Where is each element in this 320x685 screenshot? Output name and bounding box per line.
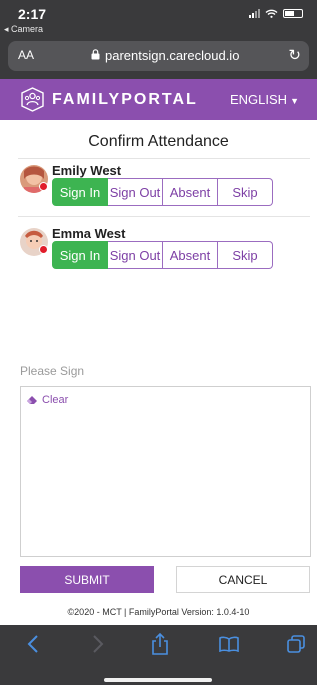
- sign-in-button[interactable]: Sign In: [52, 241, 108, 269]
- browser-top-chrome: 2:17 ◂ Camera AA parentsign.carecloud.io…: [0, 0, 317, 79]
- signature-label: Please Sign: [20, 364, 85, 378]
- language-selector[interactable]: ENGLISH ▼: [230, 92, 299, 107]
- child-name: Emily West: [52, 163, 122, 178]
- row-divider: [18, 216, 310, 217]
- status-time: 2:17: [18, 6, 47, 22]
- app-header: FAMILYPORTAL ENGLISH ▼: [0, 79, 317, 120]
- back-to-camera-link[interactable]: ◂ Camera: [4, 24, 43, 35]
- familyportal-logo-icon: [21, 87, 44, 112]
- status-dot: [39, 182, 48, 191]
- back-icon[interactable]: [22, 633, 44, 655]
- bookmarks-icon[interactable]: [218, 633, 240, 655]
- battery-icon: [283, 9, 303, 18]
- browser-toolbar: [0, 625, 317, 685]
- footer-text: ©2020 - MCT | FamilyPortal Version: 1.0.…: [67, 607, 250, 617]
- wifi-icon: [265, 9, 278, 18]
- share-icon[interactable]: [149, 633, 171, 655]
- reload-icon[interactable]: ↻: [288, 46, 301, 64]
- sign-out-button[interactable]: Sign Out: [108, 241, 163, 269]
- lock-icon: [91, 49, 100, 60]
- child-name: Emma West: [52, 226, 126, 241]
- attendance-options: Sign In Sign Out Absent Skip: [52, 241, 273, 269]
- url-text[interactable]: parentsign.carecloud.io: [105, 48, 239, 63]
- brand-name: FAMILYPORTAL: [52, 91, 198, 108]
- attendance-options: Sign In Sign Out Absent Skip: [52, 178, 273, 206]
- absent-button[interactable]: Absent: [163, 241, 218, 269]
- cancel-button[interactable]: CANCEL: [176, 566, 310, 593]
- status-dot: [39, 245, 48, 254]
- sign-in-button[interactable]: Sign In: [52, 178, 108, 206]
- title-divider: [18, 158, 310, 159]
- absent-button[interactable]: Absent: [163, 178, 218, 206]
- submit-button[interactable]: SUBMIT: [20, 566, 154, 593]
- status-icons: [249, 9, 303, 18]
- cellular-signal-icon: [249, 9, 260, 18]
- text-size-button[interactable]: AA: [18, 48, 34, 62]
- clear-label: Clear: [42, 394, 69, 406]
- page-title: Confirm Attendance: [88, 133, 229, 150]
- tabs-icon[interactable]: [285, 633, 307, 655]
- clear-signature-button[interactable]: Clear: [26, 394, 68, 406]
- eraser-icon: [27, 396, 37, 404]
- skip-button[interactable]: Skip: [218, 178, 273, 206]
- sign-out-button[interactable]: Sign Out: [108, 178, 163, 206]
- home-indicator[interactable]: [104, 678, 212, 682]
- language-label: ENGLISH: [230, 92, 288, 107]
- caret-down-icon: ▼: [290, 96, 299, 106]
- url-bar[interactable]: AA parentsign.carecloud.io ↻: [8, 41, 309, 71]
- signature-pad[interactable]: Clear: [20, 386, 311, 557]
- forward-icon[interactable]: [87, 633, 109, 655]
- skip-button[interactable]: Skip: [218, 241, 273, 269]
